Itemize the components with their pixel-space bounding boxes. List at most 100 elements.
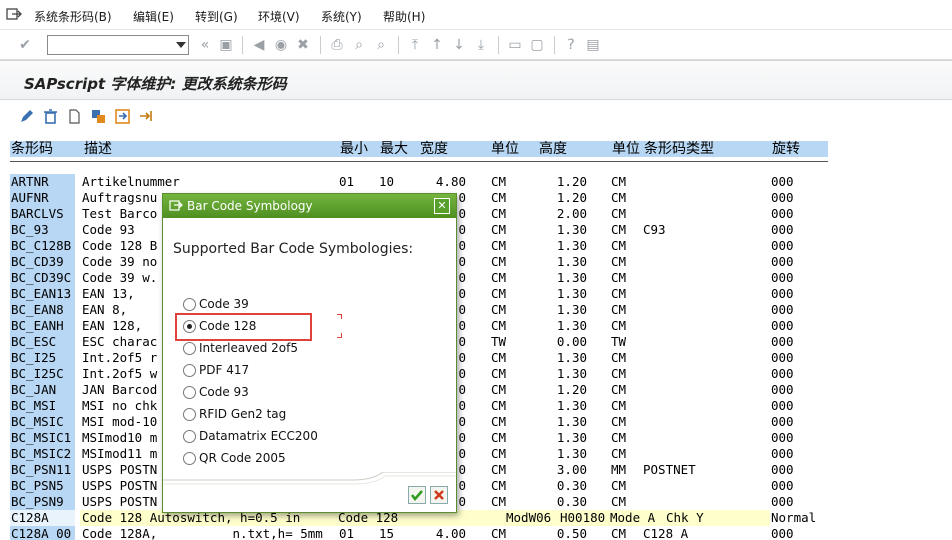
radio-option[interactable]: PDF 417: [183, 361, 249, 379]
table-row[interactable]: BC_EAN8 EAN 8, 0 CM 1.30 CM 000: [0, 302, 952, 318]
radio-button[interactable]: [183, 429, 196, 443]
radio-button[interactable]: [183, 407, 196, 421]
table-row[interactable]: BC_MSIC2 MSImod11 m 0 CM 1.30 CM 000: [0, 446, 952, 462]
table-row[interactable]: BC_CD39 Code 39 no 0 CM 1.30 CM 000: [0, 254, 952, 270]
document-icon[interactable]: [66, 108, 83, 125]
layout-icon[interactable]: ▤: [584, 36, 602, 54]
cell-code[interactable]: BC_EAN13: [10, 286, 75, 302]
table-row[interactable]: BC_C128B Code 128 B 0 CM 1.30 CM 000: [0, 238, 952, 254]
radio-button[interactable]: [183, 341, 196, 355]
copy-icon[interactable]: [90, 108, 107, 125]
cell-height: 1.30: [556, 366, 587, 381]
cell-desc: Code 39 no: [82, 254, 158, 269]
enter-icon[interactable]: ✔: [16, 36, 34, 54]
first-page-icon[interactable]: ⤒: [406, 36, 424, 54]
table-row[interactable]: C128A_00 Code 128A, n.txt,h= 5mm 01 15 4.00 C…: [0, 526, 952, 540]
table-row[interactable]: BC_PSN9 USPS POSTN 0 CM 0.30 CM 000: [0, 494, 952, 510]
table-row[interactable]: BC_PSN11 USPS POSTN 0 CM 3.00 MM POSTNET 000: [0, 462, 952, 478]
menu-goto[interactable]: 转到(G): [195, 8, 238, 25]
cancel-icon[interactable]: ✖: [294, 36, 312, 54]
table-row[interactable]: BC_ESC ESC charac 0 TW 0.00 TW 000: [0, 334, 952, 350]
cancel-button[interactable]: [430, 486, 448, 504]
cell-code[interactable]: BC_93: [10, 222, 75, 238]
transport-icon[interactable]: [138, 108, 155, 125]
cell-code[interactable]: BC_MSIC2: [10, 446, 75, 462]
replace-icon[interactable]: [114, 108, 131, 125]
radio-option[interactable]: Datamatrix ECC200: [183, 427, 318, 445]
previous-page-icon[interactable]: ↑: [428, 36, 446, 54]
trash-icon[interactable]: [42, 108, 59, 125]
cell-code[interactable]: C128A_00: [10, 526, 75, 540]
cell-code[interactable]: C128A: [10, 510, 75, 526]
table-row[interactable]: AUFNR Auftragsnu 0 CM 1.20 CM 000: [0, 190, 952, 206]
help-icon[interactable]: ?: [562, 36, 580, 54]
table-row[interactable]: BC_MSIC MSI mod-10 0 CM 1.30 CM 000: [0, 414, 952, 430]
cell-code[interactable]: BARCLVS: [10, 206, 75, 222]
last-page-icon[interactable]: ⤓: [472, 36, 490, 54]
cell-code[interactable]: BC_CD39C: [10, 270, 75, 286]
new-session-icon[interactable]: ▭: [506, 36, 524, 54]
confirm-button[interactable]: [408, 486, 426, 504]
cell-code[interactable]: BC_I25C: [10, 366, 75, 382]
cell-code[interactable]: BC_MSIC1: [10, 430, 75, 446]
pencil-icon[interactable]: [18, 108, 35, 125]
highlight-corner: [337, 333, 342, 338]
close-icon[interactable]: ✕: [434, 198, 450, 214]
cell-code[interactable]: ARTNR: [10, 174, 75, 190]
table-row[interactable]: BC_JAN JAN Barcod 0 CM 1.20 CM 000: [0, 382, 952, 398]
menu-system-barcode[interactable]: 系统条形码(B): [34, 8, 112, 25]
cell-code[interactable]: BC_C128B: [10, 238, 75, 254]
radio-button[interactable]: [183, 451, 196, 465]
chevron-down-icon[interactable]: [176, 42, 186, 48]
table-row[interactable]: BARCLVS Test Barco 0 CM 2.00 CM 000: [0, 206, 952, 222]
radio-option[interactable]: QR Code 2005: [183, 449, 286, 467]
cell-code[interactable]: BC_JAN: [10, 382, 75, 398]
table-row[interactable]: BC_MSI MSI no chk 0 CM 1.30 CM 000: [0, 398, 952, 414]
cell-code[interactable]: BC_EANH: [10, 318, 75, 334]
table-row[interactable]: ARTNR Artikelnummer 01 10 4.80 CM 1.20 CM 000: [0, 174, 952, 190]
command-field[interactable]: [47, 35, 189, 55]
table-row[interactable]: BC_EANH EAN 128, 0 CM 1.30 CM 000: [0, 318, 952, 334]
cell-code[interactable]: BC_MSIC: [10, 414, 75, 430]
radio-option[interactable]: Interleaved 2of5: [183, 339, 298, 357]
save-icon[interactable]: ▣: [217, 36, 235, 54]
table-row[interactable]: BC_CD39C Code 39 w. 0 CM 1.30 CM 000: [0, 270, 952, 286]
exit-app-icon[interactable]: [6, 7, 22, 21]
next-page-icon[interactable]: ↓: [450, 36, 468, 54]
cell-code[interactable]: BC_CD39: [10, 254, 75, 270]
radio-button[interactable]: [183, 363, 196, 377]
menu-system[interactable]: 系统(Y): [321, 8, 362, 25]
cell-code[interactable]: BC_ESC: [10, 334, 75, 350]
back-icon[interactable]: ◀: [250, 36, 268, 54]
separator: [498, 36, 499, 54]
cell-code[interactable]: BC_EAN8: [10, 302, 75, 318]
radio-button[interactable]: [183, 385, 196, 399]
cell-rot: 000: [771, 350, 794, 365]
cell-code[interactable]: AUFNR: [10, 190, 75, 206]
cell-code[interactable]: BC_PSN11: [10, 462, 75, 478]
cell-code[interactable]: BC_PSN9: [10, 494, 75, 510]
print-icon[interactable]: ⎙: [328, 36, 346, 54]
radio-option[interactable]: RFID Gen2 tag: [183, 405, 286, 423]
menu-environment[interactable]: 环境(V): [258, 8, 300, 25]
cell-code[interactable]: BC_I25: [10, 350, 75, 366]
cell-max: 10: [379, 174, 395, 189]
cell-code[interactable]: BC_MSI: [10, 398, 75, 414]
table-row[interactable]: C128A Code 128 Autoswitch, h=0.5 in Code 1…: [0, 510, 952, 526]
find-next-icon[interactable]: ⌕: [372, 36, 390, 54]
table-row[interactable]: BC_EAN13 EAN 13, 0 CM 1.30 CM 000: [0, 286, 952, 302]
radio-button[interactable]: [183, 297, 196, 311]
shortcut-icon[interactable]: ▢: [528, 36, 546, 54]
table-row[interactable]: BC_I25 Int.2of5 r 0 CM 1.30 CM 000: [0, 350, 952, 366]
find-icon[interactable]: ⌕: [350, 36, 368, 54]
table-row[interactable]: BC_I25C Int.2of5 w 0 CM 1.30 CM 000: [0, 366, 952, 382]
table-row[interactable]: BC_MSIC1 MSImod10 m 0 CM 1.30 CM 000: [0, 430, 952, 446]
radio-option[interactable]: Code 39: [183, 295, 249, 313]
menu-edit[interactable]: 编辑(E): [133, 8, 174, 25]
table-row[interactable]: BC_93 Code 93 0 CM 1.30 CM C93 000: [0, 222, 952, 238]
table-row[interactable]: BC_PSN5 USPS POSTN 0 CM 0.30 CM 000: [0, 478, 952, 494]
exit-icon[interactable]: ◉: [272, 36, 290, 54]
menu-help[interactable]: 帮助(H): [383, 8, 425, 25]
radio-option[interactable]: Code 93: [183, 383, 249, 401]
cell-code[interactable]: BC_PSN5: [10, 478, 75, 494]
